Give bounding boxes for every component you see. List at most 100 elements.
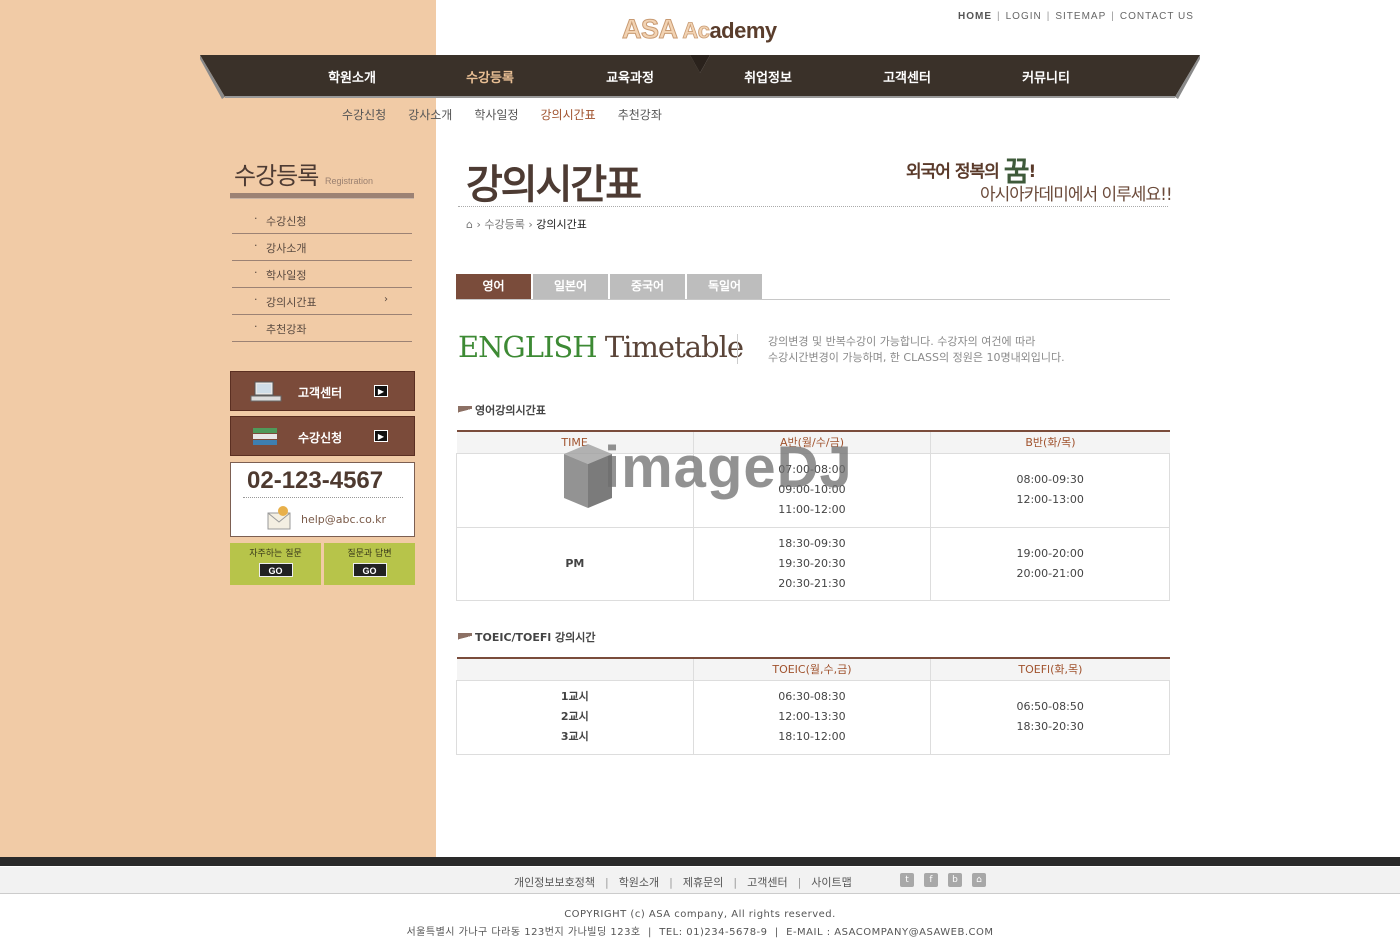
subnav-item-teachers[interactable]: 강사소개: [408, 106, 452, 123]
customer-center-button[interactable]: 고객센터 ▶: [230, 371, 415, 411]
title-separator: [737, 334, 738, 364]
nav-item-community[interactable]: 커뮤니티: [996, 67, 1096, 86]
envelope-icon: [267, 506, 291, 530]
breadcrumb: ⌂ › 수강등록 › 강의시간표: [466, 218, 587, 231]
footer-link-partnership[interactable]: 제휴문의: [683, 876, 723, 889]
english-timetable: TIME A반(월/수/금) B반(화/목) 07:00-08:00 09:00-…: [456, 430, 1170, 601]
twitter-icon[interactable]: t: [900, 873, 914, 887]
site-logo[interactable]: ASA Academy: [622, 14, 778, 45]
table-row: 1교시 2교시 3교시 06:30-08:30 12:00-13:30 18:10-12…: [456, 679, 1170, 755]
table-header: B반(화/목): [930, 430, 1170, 453]
subnav-item-timetable[interactable]: 강의시간표: [541, 106, 596, 123]
table-row: PM 18:30-09:30 19:30-20:30 20:30-21:30 19:…: [456, 526, 1170, 601]
footer-link-about[interactable]: 학원소개: [619, 876, 659, 889]
sidebar-item-apply[interactable]: 수강신청: [232, 207, 412, 234]
arrow-right-icon: ›: [384, 294, 388, 305]
section-heading-toeic: TOEIC/TOEFl 강의시간: [458, 629, 596, 645]
page-title: 강의시간표: [466, 162, 642, 208]
subnav-item-schedule[interactable]: 학사일정: [474, 106, 518, 123]
home-icon[interactable]: ⌂: [972, 873, 986, 887]
table-cell-label: PM: [456, 526, 694, 601]
table-cell: 19:00-20:00 20:00-21:00: [930, 526, 1170, 601]
nav-item-courses[interactable]: 교육과정: [580, 67, 680, 86]
top-utility-nav: HOME | LOGIN | SITEMAP | CONTACT US: [958, 11, 1194, 22]
sidebar-item-schedule[interactable]: 학사일정: [232, 261, 412, 288]
arrow-right-icon: ▶: [374, 385, 388, 397]
section-marker-icon: [458, 633, 472, 641]
footer-top-bar: [0, 857, 1400, 866]
table-cell-label: [456, 452, 694, 528]
computer-icon: [250, 381, 282, 402]
footer-email[interactable]: E-MAIL : ASACOMPANY@ASAWEB.COM: [786, 927, 993, 938]
apply-course-label: 수강신청: [298, 431, 343, 445]
table-cell: 06:30-08:30 12:00-13:30 18:10-12:00: [692, 679, 932, 755]
table-header: TOEFl(화,목): [930, 657, 1170, 680]
contact-divider: [243, 497, 403, 498]
table-header: TOEIC(월,수,금): [693, 657, 932, 680]
sidebar-item-timetable[interactable]: 강의시간표›: [232, 288, 412, 315]
tab-english[interactable]: 영어: [456, 274, 532, 299]
sidebar-item-recommended[interactable]: 추천강좌: [232, 315, 412, 342]
sidebar-title: 수강등록 Registration: [234, 162, 373, 190]
section-marker-icon: [458, 406, 472, 414]
facebook-icon[interactable]: f: [924, 873, 938, 887]
top-link-contact[interactable]: CONTACT US: [1120, 11, 1194, 22]
table-cell: 06:50-08:50 18:30-20:30: [930, 679, 1170, 755]
subnav-item-recommended[interactable]: 추천강좌: [618, 106, 662, 123]
language-tabs: 영어 일본어 중국어 독일어: [456, 274, 1170, 300]
sidebar-title-en: Registration: [324, 176, 373, 186]
faq-box[interactable]: 자주하는 질문 GO: [230, 543, 321, 585]
nav-item-jobs[interactable]: 취업정보: [718, 67, 818, 86]
tab-chinese[interactable]: 중국어: [610, 274, 686, 299]
subnav-item-apply[interactable]: 수강신청: [342, 106, 386, 123]
top-link-home[interactable]: HOME: [958, 11, 992, 22]
breadcrumb-item-current: 강의시간표: [536, 218, 587, 231]
footer-link-customer[interactable]: 고객센터: [747, 876, 787, 889]
notice-text: 강의변경 및 반복수강이 가능합니다. 수강자의 여건에 따라 수강시간변경이 가…: [768, 335, 1065, 364]
table-header-row: TIME A반(월/수/금) B반(화/목): [456, 430, 1170, 453]
sidebar-title-divider: [230, 193, 414, 199]
breadcrumb-item-registration[interactable]: 수강등록: [484, 218, 524, 231]
home-icon[interactable]: ⌂: [466, 218, 473, 231]
table-header: A반(월/수/금): [693, 430, 932, 453]
nav-item-customer[interactable]: 고객센터: [857, 67, 957, 86]
table-cell-label: 1교시 2교시 3교시: [456, 679, 694, 755]
faq-go-button[interactable]: GO: [258, 563, 293, 577]
tab-japanese[interactable]: 일본어: [533, 274, 609, 299]
nav-item-about[interactable]: 학원소개: [302, 67, 402, 86]
table-cell: 18:30-09:30 19:30-20:30 20:30-21:30: [692, 526, 932, 601]
table-cell: 07:00-08:00 09:00-10:00 11:00-12:00: [692, 452, 932, 528]
slogan-line-2: 아시아카데미에서 이루세요!!: [980, 185, 1173, 205]
table-header-row: TOEIC(월,수,금) TOEFl(화,목): [456, 657, 1170, 680]
english-timetable-title: ENGLISH Timetable: [458, 330, 744, 364]
table-row: 07:00-08:00 09:00-10:00 11:00-12:00 08:00-…: [456, 452, 1170, 528]
apply-course-button[interactable]: 수강신청 ▶: [230, 416, 415, 456]
blog-icon[interactable]: b: [948, 873, 962, 887]
table-header: [456, 657, 694, 680]
nav-item-registration[interactable]: 수강등록: [440, 67, 540, 86]
contact-box: 02-123-4567 help@abc.co.kr: [230, 462, 415, 537]
top-link-login[interactable]: LOGIN: [1006, 11, 1042, 22]
table-cell: 08:00-09:30 12:00-13:00: [930, 452, 1170, 528]
toeic-timetable: TOEIC(월,수,금) TOEFl(화,목) 1교시 2교시 3교시 06:30-…: [456, 657, 1170, 755]
main-nav: 학원소개 수강등록 교육과정 취업정보 고객센터 커뮤니티: [200, 55, 1200, 99]
footer-link-sitemap[interactable]: 사이트맵: [811, 876, 851, 889]
top-link-sitemap[interactable]: SITEMAP: [1055, 11, 1106, 22]
phone-number: 02-123-4567: [247, 467, 384, 494]
table-header: TIME: [456, 430, 694, 453]
email-link[interactable]: help@abc.co.kr: [301, 513, 386, 526]
footer-copyright: COPYRIGHT (c) ASA company, All rights re…: [0, 906, 1400, 942]
sidebar-item-teachers[interactable]: 강사소개: [232, 234, 412, 261]
footer-nav: 개인정보보호정책 | 학원소개 | 제휴문의 | 고객센터 | 사이트맵 t f b ⌂: [0, 867, 1400, 894]
faq-label: 자주하는 질문: [249, 549, 302, 559]
qna-label: 질문과 답변: [347, 549, 392, 559]
section-heading-english: 영어강의시간표: [458, 402, 546, 418]
qna-go-button[interactable]: GO: [352, 563, 387, 577]
tab-german[interactable]: 독일어: [687, 274, 763, 299]
sub-nav: 수강신청 강사소개 학사일정 강의시간표 추천강좌: [342, 106, 684, 123]
customer-center-label: 고객센터: [298, 386, 343, 400]
title-divider: [458, 206, 1168, 207]
footer-link-privacy[interactable]: 개인정보보호정책: [514, 876, 595, 889]
qna-box[interactable]: 질문과 답변 GO: [324, 543, 415, 585]
books-icon: [253, 428, 277, 445]
